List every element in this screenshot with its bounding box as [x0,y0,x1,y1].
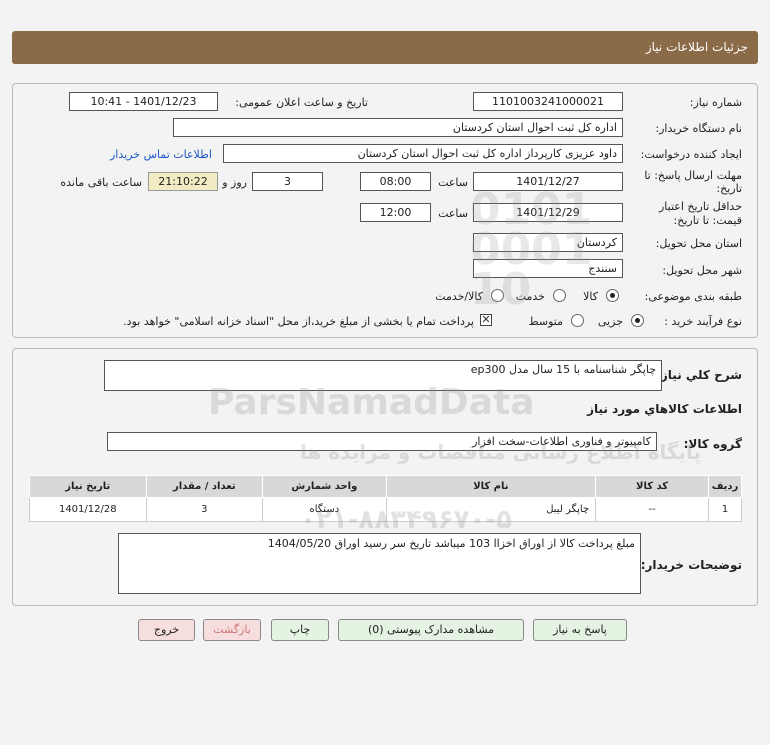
reply-button[interactable]: پاسخ به نیاز [533,619,627,641]
validity-time-label: ساعت [438,207,468,220]
process-option-minor: جزیی [597,315,623,328]
process-option-medium: متوسط [528,315,563,328]
city-label: شهر محل تحویل: [662,264,742,277]
deadline-time-label: ساعت [438,176,468,189]
validity-label: حداقل تاریخ اعتبار [658,200,742,213]
summary-field: چاپگر شناسنامه با 15 سال مدل ep300 [104,360,662,391]
cell-code: -- [595,497,710,522]
days-label: روز و [222,176,247,189]
deadline-time-field: 08:00 [360,172,431,191]
remaining-label: ساعت باقی مانده [60,176,142,189]
buyer-contact-link[interactable]: اطلاعات تماس خریدار [110,148,212,161]
process-radio-medium[interactable] [571,314,584,327]
buyer-notes-field: مبلغ پرداخت کالا از اوراق اخزاا 103 میبا… [118,533,641,594]
creator-field: داود عزیزی کارپرداز اداره کل ثبت احوال ا… [223,144,623,163]
deadline-label: مهلت ارسال پاسخ: تا [644,169,742,182]
need-number-field: 1101003241000021 [473,92,623,111]
validity-label-2: قیمت: تا تاریخ: [673,214,742,227]
attachments-button[interactable]: مشاهده مدارک پیوستی (0) [338,619,524,641]
category-option-goods: کالا [583,290,598,303]
col-date: تاریخ نیاز [29,475,147,498]
col-code: کد کالا [595,475,710,498]
category-radio-goods-service[interactable] [491,289,504,302]
buyer-field: اداره کل ثبت احوال استان کردستان [173,118,623,137]
items-table-header: ردیف کد کالا نام کالا واحد شمارش تعداد /… [29,475,742,498]
col-row: ردیف [708,475,742,498]
buyer-label: نام دستگاه خریدار: [655,122,742,135]
items-heading: اطلاعات کالاهاي مورد نياز [587,402,742,416]
category-option-service: خدمت [515,290,545,303]
col-name: نام کالا [385,475,597,498]
category-radio-goods[interactable] [606,289,619,302]
need-number-label: شماره نیاز: [689,96,742,109]
validity-date-field: 1401/12/29 [473,203,623,222]
items-table: ردیف کد کالا نام کالا واحد شمارش تعداد /… [29,475,742,522]
process-radio-minor[interactable] [631,314,644,327]
category-label: طبقه بندی موضوعی: [644,290,742,303]
buyer-notes-label: توضیحات خریدار: [640,558,742,572]
summary-label: شرح کلي نياز: [656,368,742,382]
col-qty: تعداد / مقدار [145,475,264,498]
col-unit: واحد شمارش [262,475,387,498]
cell-row: 1 [708,497,742,522]
validity-time-field: 12:00 [360,203,431,222]
payment-treasury-text: پرداخت تمام یا بخشی از مبلغ خرید،از محل … [123,315,474,328]
category-option-goods-service: کالا/خدمت [435,290,483,303]
group-field: کامپیوتر و فناوری اطلاعات-سخت افزار [107,432,657,451]
page-title: جزئیات اطلاعات نیاز [12,31,758,64]
group-label: گروه کالا: [683,437,742,451]
remaining-time-field: 21:10:22 [148,172,218,191]
process-label: نوع فرآیند خرید : [664,315,742,328]
province-label: استان محل تحویل: [655,237,742,250]
cell-unit: دستگاه [262,497,387,522]
cell-date: 1401/12/28 [29,497,147,522]
province-field: کردستان [473,233,623,252]
city-field: سنندج [473,259,623,278]
cell-name: چاپگر لیبل [385,497,597,522]
creator-label: ایجاد کننده درخواست: [640,148,742,161]
back-button[interactable]: بازگشت [203,619,261,641]
cell-qty: 3 [145,497,264,522]
days-field: 3 [252,172,323,191]
announce-label: تاریخ و ساعت اعلان عمومی: [235,96,368,109]
exit-button[interactable]: خروج [138,619,195,641]
print-button[interactable]: چاپ [271,619,329,641]
deadline-date-field: 1401/12/27 [473,172,623,191]
table-row: 1 -- چاپگر لیبل دستگاه 3 1401/12/28 [29,497,742,522]
category-radio-service[interactable] [553,289,566,302]
announce-field: 1401/12/23 - 10:41 [69,92,218,111]
payment-treasury-checkbox[interactable]: ✕ [480,314,492,326]
deadline-label-2: تاریخ: [716,182,742,195]
